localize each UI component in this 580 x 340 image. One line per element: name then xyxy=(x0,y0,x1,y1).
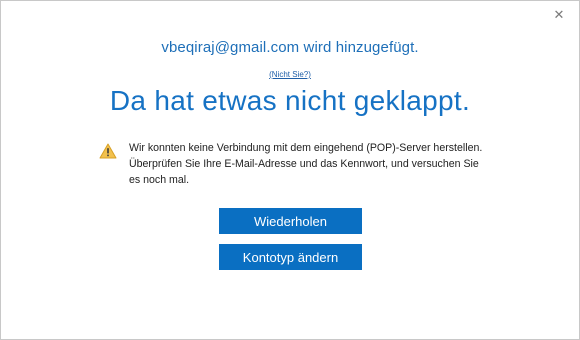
not-you-container: (Nicht Sie?) xyxy=(1,64,579,82)
error-message: Wir konnten keine Verbindung mit dem ein… xyxy=(129,140,529,188)
error-message-line: es noch mal. xyxy=(129,174,190,186)
error-message-line: Wir konnten keine Verbindung mit dem ein… xyxy=(129,142,483,154)
not-you-link[interactable]: (Nicht Sie?) xyxy=(269,70,311,79)
dialog-window: ✕ vbeqiraj@gmail.com wird hinzugefügt. (… xyxy=(0,0,580,340)
retry-button[interactable]: Wiederholen xyxy=(219,208,362,234)
page-title: Da hat etwas nicht geklappt. xyxy=(109,85,471,116)
change-account-type-button[interactable]: Kontotyp ändern xyxy=(219,244,362,270)
close-icon[interactable]: ✕ xyxy=(549,6,569,26)
warning-icon xyxy=(99,143,117,159)
error-message-line: Überprüfen Sie Ihre E-Mail-Adresse und d… xyxy=(129,158,479,170)
account-status-text: vbeqiraj@gmail.com wird hinzugefügt. xyxy=(161,39,419,56)
